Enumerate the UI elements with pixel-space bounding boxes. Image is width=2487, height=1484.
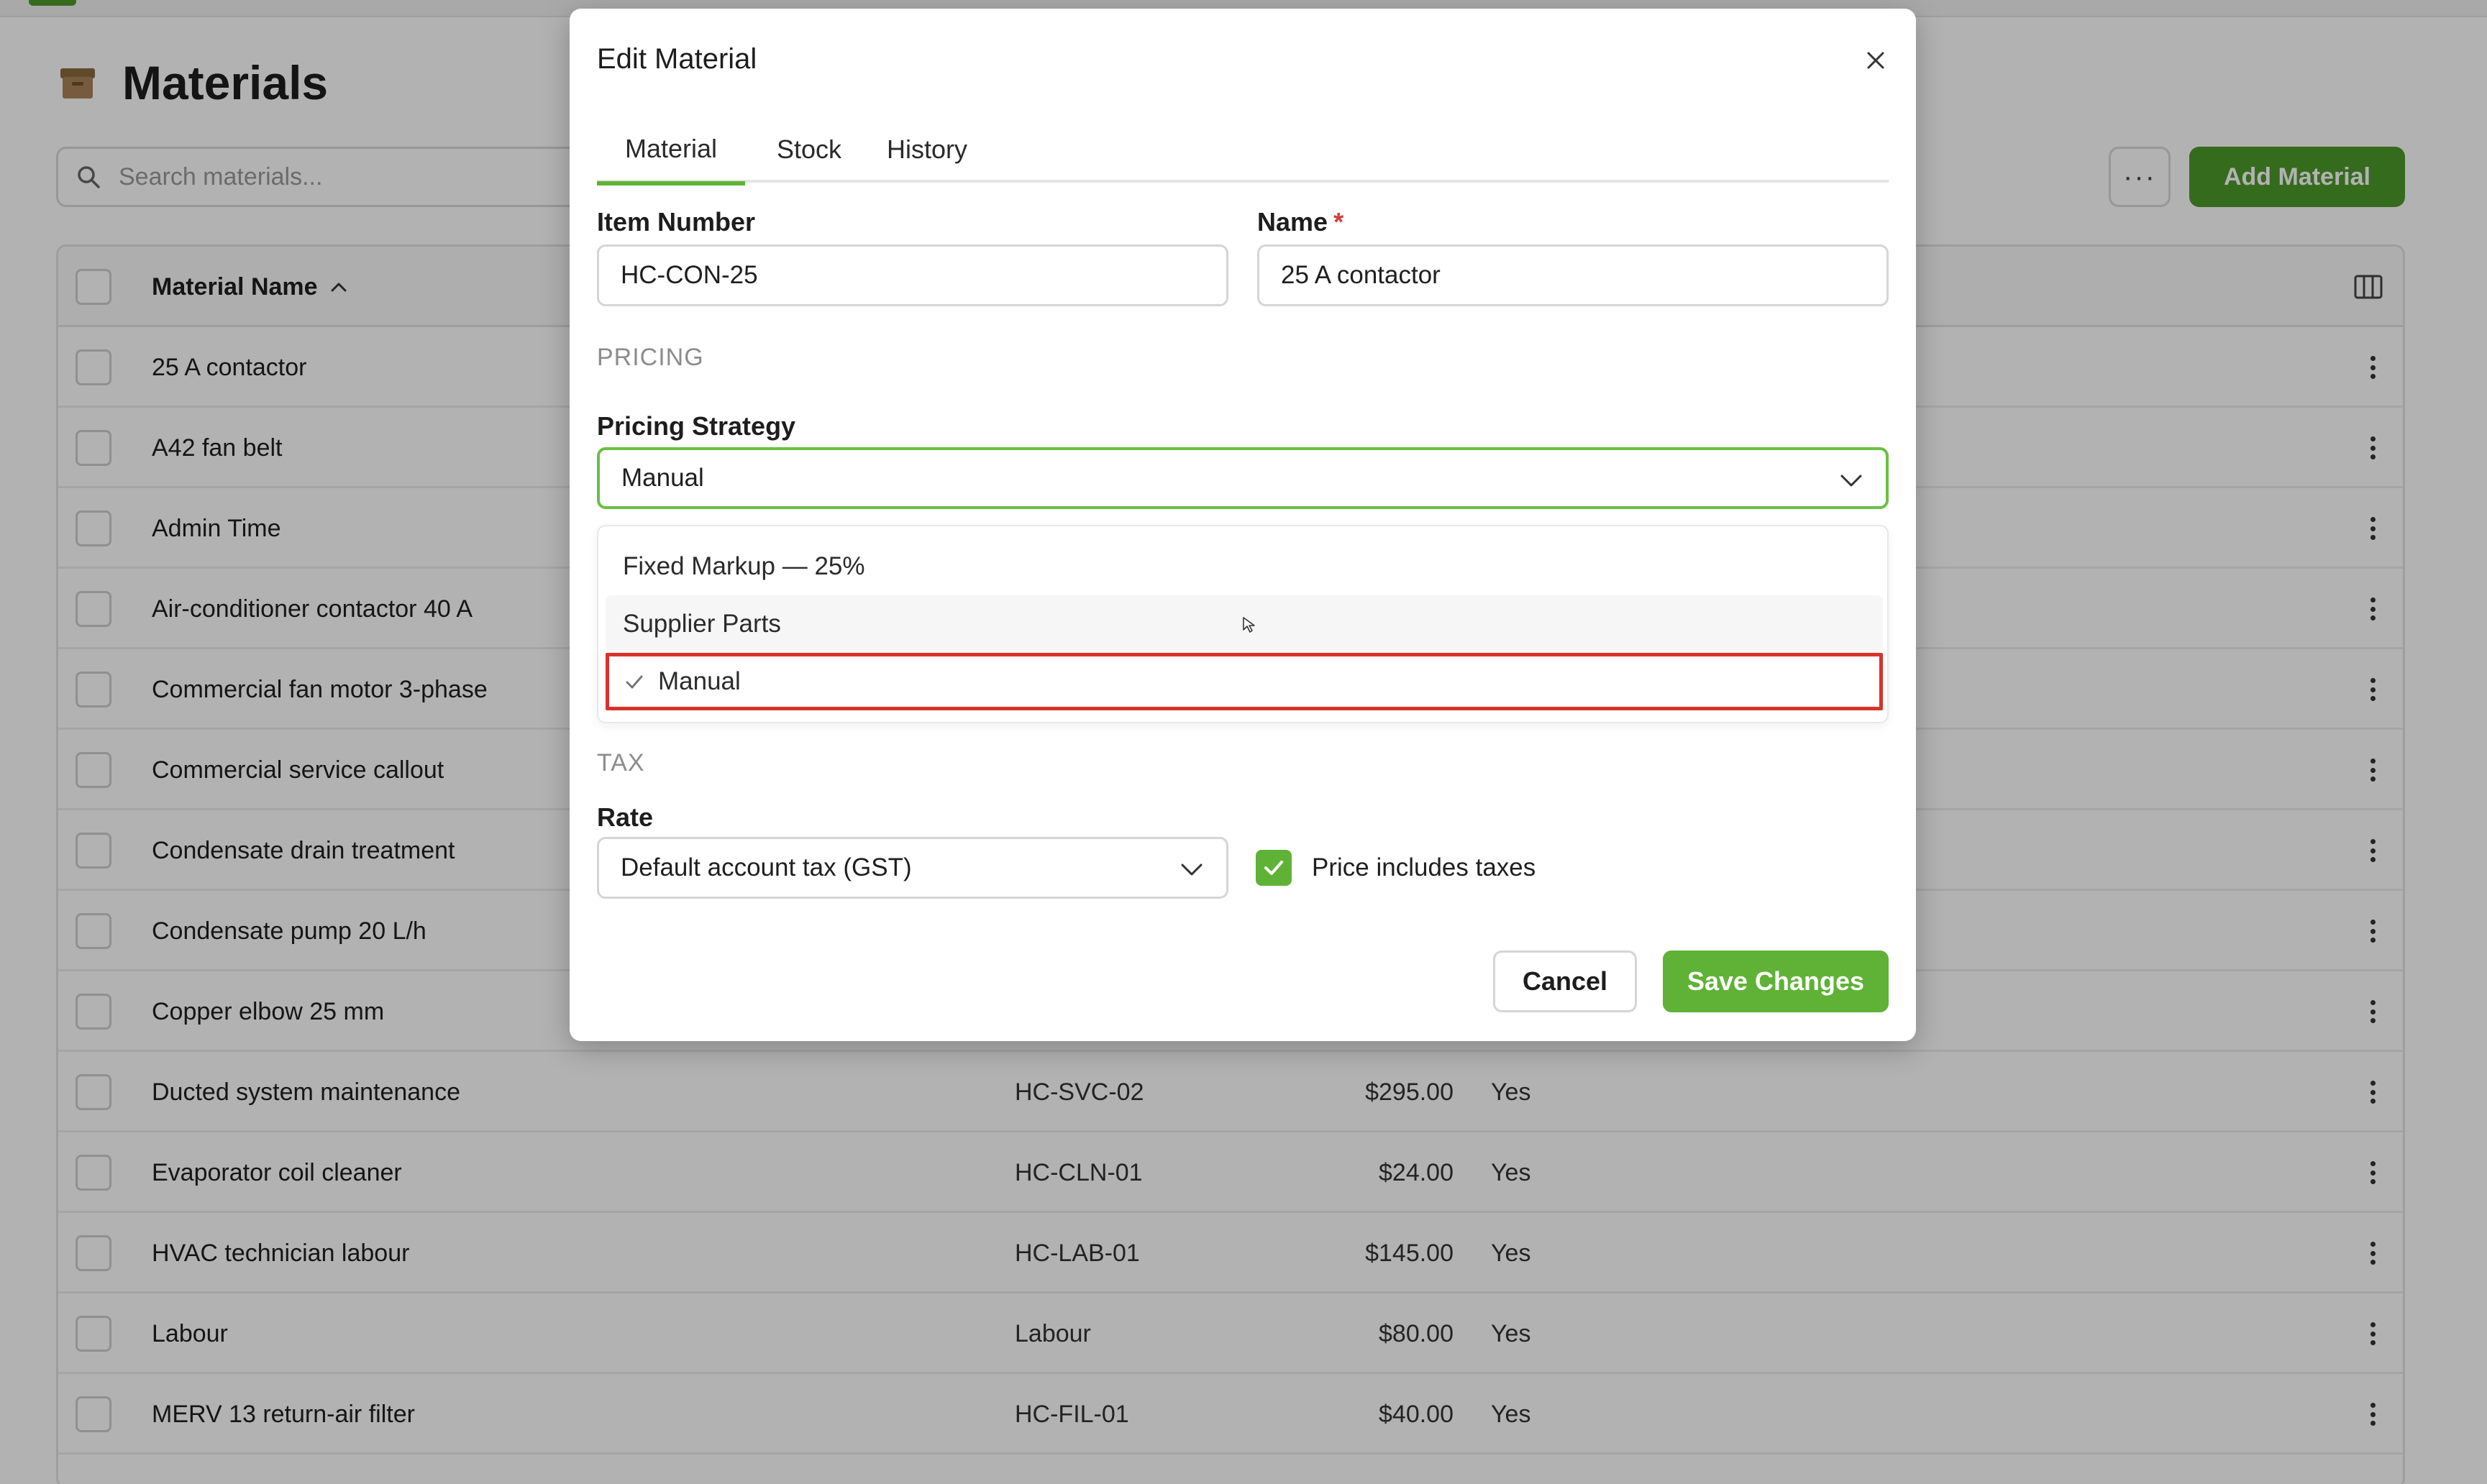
item-number-input[interactable]: HC-CON-25 (597, 244, 1228, 306)
name-input[interactable]: 25 A contactor (1257, 244, 1889, 306)
mouse-cursor-icon (1243, 617, 1255, 633)
tab-history[interactable]: History (873, 116, 981, 183)
pricing-section-label: PRICING (597, 344, 704, 371)
pricing-strategy-select[interactable]: Manual (597, 447, 1889, 509)
tab-material[interactable]: Material (597, 116, 745, 186)
edit-material-dialog: Edit Material Material Stock History Ite… (570, 9, 1916, 1041)
pricing-strategy-value: Manual (621, 464, 704, 492)
name-label-text: Name (1257, 207, 1328, 237)
chevron-down-icon (1840, 475, 1862, 487)
save-changes-button[interactable]: Save Changes (1663, 951, 1889, 1012)
required-mark: * (1333, 207, 1344, 237)
price-includes-taxes-label[interactable]: Price includes taxes (1312, 848, 1535, 887)
option-fixed-markup[interactable]: Fixed Markup — 25% (606, 538, 1883, 595)
dialog-tabs: Material Stock History (597, 116, 1889, 186)
check-icon (626, 675, 643, 689)
name-label: Name * (1257, 207, 1343, 237)
cancel-button[interactable]: Cancel (1493, 951, 1637, 1012)
checkmark-icon (1264, 861, 1283, 875)
chevron-down-icon (1181, 864, 1203, 876)
tab-stock[interactable]: Stock (762, 116, 856, 183)
tax-section-label: TAX (597, 749, 645, 777)
tax-rate-value: Default account tax (GST) (621, 853, 912, 881)
pricing-strategy-label: Pricing Strategy (597, 411, 796, 441)
dialog-title: Edit Material (597, 43, 757, 75)
price-includes-taxes-checkbox[interactable] (1256, 850, 1292, 886)
rate-label: Rate (597, 802, 654, 832)
option-manual-label: Manual (658, 667, 741, 695)
close-icon[interactable] (1861, 46, 1890, 75)
tax-rate-select[interactable]: Default account tax (GST) (597, 837, 1228, 899)
option-manual[interactable]: Manual (606, 653, 1883, 710)
item-number-label: Item Number (597, 207, 756, 237)
